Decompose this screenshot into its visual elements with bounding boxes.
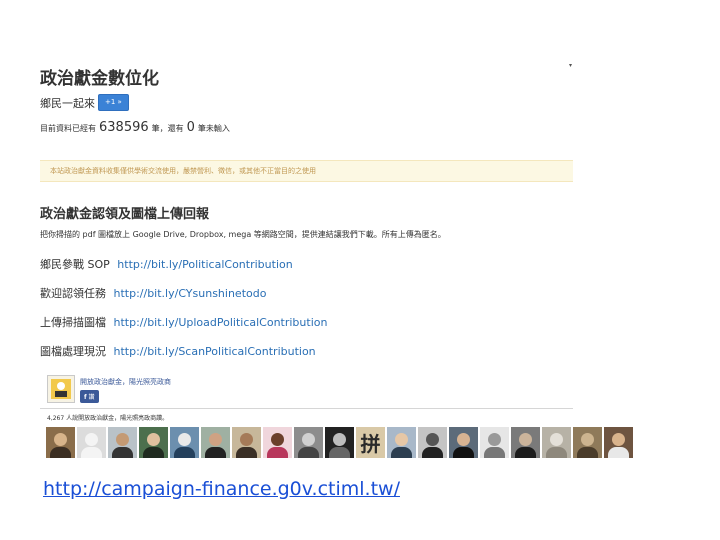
avatar[interactable] (108, 427, 137, 458)
avatar[interactable] (480, 427, 509, 458)
page-title: 政治獻金數位化 (40, 69, 159, 89)
avatar[interactable] (263, 427, 292, 458)
sop-link[interactable]: http://bit.ly/PoliticalContribution (117, 258, 292, 271)
facebook-like-box: 開放政治獻金，陽光照亮政商 f 讚 4,267 人說開放政治獻金，陽光照亮政商讚… (40, 372, 633, 460)
site-url-link[interactable]: http://campaign-finance.g0v.ctiml.tw/ (43, 478, 400, 500)
notice-text: 本站政治獻金資料收集僅供學術交流使用，嚴禁營利、徵信，或其他不正當目的之使用 (50, 167, 316, 175)
scan-link[interactable]: http://bit.ly/ScanPoliticalContribution (114, 345, 316, 358)
avatar[interactable] (387, 427, 416, 458)
link-label: 歡迎認領任務 (40, 287, 106, 300)
link-label: 鄉民參戰 SOP (40, 258, 110, 271)
avatar-character[interactable]: 拼 (356, 427, 385, 458)
avatar[interactable] (77, 427, 106, 458)
avatar[interactable] (573, 427, 602, 458)
count-suffix: 筆未輸入 (197, 124, 230, 133)
subtitle: 鄉民一起來 (40, 96, 95, 110)
count-prefix: 目前資料已經有 (40, 124, 96, 133)
avatar[interactable] (449, 427, 478, 458)
corner-dropdown-icon[interactable]: ▾ (569, 62, 572, 69)
avatar[interactable] (201, 427, 230, 458)
notice-alert: 本站政治獻金資料收集僅供學術交流使用，嚴禁營利、徵信，或其他不正當目的之使用 (40, 160, 573, 182)
facebook-like-button[interactable]: f 讚 (80, 390, 99, 403)
facebook-page-name[interactable]: 開放政治獻金，陽光照亮政商 (80, 377, 171, 387)
section-description: 把你掃描的 pdf 圖檔放上 Google Drive, Dropbox, me… (40, 230, 446, 239)
link-row-upload: 上傳掃描圖檔 http://bit.ly/UploadPoliticalCont… (40, 314, 327, 330)
count-remaining: 0 (186, 120, 195, 135)
link-row-sop: 鄉民參戰 SOP http://bit.ly/PoliticalContribu… (40, 256, 293, 272)
facebook-like-count: 4,267 人說開放政治獻金，陽光照亮政商讚。 (47, 415, 169, 422)
avatar[interactable] (511, 427, 540, 458)
link-label: 圖檔處理現況 (40, 345, 106, 358)
link-label: 上傳掃描圖檔 (40, 316, 106, 329)
page-logo-icon[interactable] (47, 375, 75, 403)
plus-one-button[interactable]: +1 » (98, 94, 129, 111)
upload-link[interactable]: http://bit.ly/UploadPoliticalContributio… (114, 316, 328, 329)
avatar[interactable] (604, 427, 633, 458)
fan-avatars: 拼 (46, 427, 633, 458)
avatar[interactable] (418, 427, 447, 458)
avatar[interactable] (325, 427, 354, 458)
avatar[interactable] (46, 427, 75, 458)
divider (40, 408, 573, 409)
avatar[interactable] (139, 427, 168, 458)
avatar[interactable] (294, 427, 323, 458)
section-title: 政治獻金認領及圖檔上傳回報 (40, 207, 210, 222)
avatar[interactable] (542, 427, 571, 458)
link-row-todo: 歡迎認領任務 http://bit.ly/CYsunshinetodo (40, 285, 266, 301)
link-row-scan: 圖檔處理現況 http://bit.ly/ScanPoliticalContri… (40, 343, 316, 359)
avatar[interactable] (232, 427, 261, 458)
count-middle: 筆，還有 (151, 124, 184, 133)
avatar[interactable] (170, 427, 199, 458)
facebook-like-label: 讚 (88, 394, 95, 401)
subtitle-row: 鄉民一起來 +1 » (40, 94, 129, 111)
todo-link[interactable]: http://bit.ly/CYsunshinetodo (114, 287, 267, 300)
facebook-f-icon: f (84, 394, 87, 401)
count-total: 638596 (99, 120, 149, 135)
record-count: 目前資料已經有 638596 筆，還有 0 筆未輸入 (40, 120, 230, 135)
